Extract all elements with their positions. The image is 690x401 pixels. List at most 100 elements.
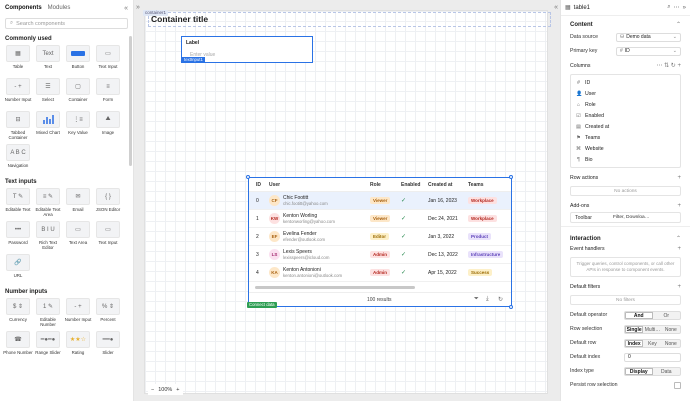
table-row[interactable]: 4 KA Kenton Antonioni kenton.antonioni@outl… (249, 264, 511, 282)
component-select[interactable]: ☰ Select (34, 78, 62, 108)
default-index-input[interactable]: 0 (624, 352, 681, 362)
component-table[interactable]: ▦ Table (4, 45, 32, 75)
component-rich-text-editor[interactable]: B I U Rich Text Editor (34, 221, 62, 251)
row-selection-multi[interactable]: Multi… (643, 326, 661, 333)
component-tabbed-container[interactable]: ⊟ Tabbed Container (4, 111, 32, 141)
header-created-at[interactable]: Created at (425, 182, 465, 188)
header-id[interactable]: ID (249, 182, 263, 188)
download-icon[interactable]: ⤓ (486, 296, 489, 303)
component-mixed-chart[interactable]: Mixed Chart (34, 111, 62, 141)
default-row-none[interactable]: None (662, 340, 680, 347)
collapse-left-icon[interactable]: « (124, 5, 128, 12)
component-json-editor[interactable]: { } JSON Editor (94, 188, 122, 218)
component-text-input-2[interactable]: ▭ Text Input (94, 221, 122, 251)
toolbar-row[interactable]: Toolbar Filter, Downloa… (570, 212, 681, 223)
row-selection-single[interactable]: Single (625, 325, 644, 333)
text-input-tag[interactable]: textInput1 (182, 57, 205, 63)
cell-enabled: ✓ (398, 233, 425, 240)
column-item[interactable]: # ID (571, 77, 680, 88)
text-input-component[interactable]: Label Enter value textInput1 (181, 36, 313, 63)
default-row-key[interactable]: Key (643, 340, 661, 347)
collapse-right-icon[interactable]: » (683, 5, 686, 11)
component-email[interactable]: ✉ Email (64, 188, 92, 218)
header-user[interactable]: User (263, 182, 368, 188)
container1[interactable] (148, 12, 551, 27)
component-slider[interactable]: ━━● Slider (94, 331, 122, 361)
component-key-value[interactable]: ⋮≡ Key Value (64, 111, 92, 141)
component-password[interactable]: ••• Password (4, 221, 32, 251)
operator-or[interactable]: Or (653, 312, 681, 319)
chevron-up-icon[interactable]: ⌃ (676, 21, 681, 28)
header-teams[interactable]: Teams (465, 182, 511, 188)
column-item[interactable]: ☑ Enabled (571, 110, 680, 121)
component-percent[interactable]: % ⇕ Percent (94, 298, 122, 328)
search-input[interactable]: ⌕ Search components (5, 18, 128, 29)
column-item[interactable]: ⌘ Website (571, 143, 680, 154)
component-rating[interactable]: ★★☆ Rating (64, 331, 92, 361)
table-row[interactable]: 3 LS Lexis Speers lexisspeers@icloud.com Adm… (249, 246, 511, 264)
index-type-row: Index type Display Data (561, 365, 690, 377)
table-component[interactable]: ID User Role Enabled Created at Teams 0C… (248, 177, 512, 307)
resize-handle[interactable] (509, 305, 513, 309)
column-item[interactable]: ¶ Bio (571, 154, 680, 165)
add-addon-icon[interactable]: + (677, 203, 681, 209)
left-scrollbar[interactable] (129, 36, 132, 166)
default-row-index[interactable]: Index (625, 339, 644, 347)
component-number-input-2[interactable]: - + Number Input (64, 298, 92, 328)
component-editable-text[interactable]: T ✎ Editable Text (4, 188, 32, 218)
zoom-level[interactable]: 100% (158, 387, 172, 393)
component-editable-number[interactable]: 1 ✎ Editable Number (34, 298, 62, 328)
component-range-slider[interactable]: ━●━● Range Slider (34, 331, 62, 361)
zoom-in-button[interactable]: + (176, 387, 179, 393)
connect-data-tag[interactable]: Connect data (247, 302, 277, 308)
index-type-data[interactable]: Data (653, 368, 681, 375)
more-icon[interactable]: ⋯ (674, 4, 680, 11)
column-actions-icons[interactable]: ⋯ ⇅ ↻ + (656, 62, 681, 69)
tag-icon: ⌂ (576, 101, 581, 108)
table-horizontal-scrollbar[interactable] (255, 286, 415, 289)
component-text-area[interactable]: ▭ Text Area (64, 221, 92, 251)
component-image[interactable]: ⛰ Image (94, 111, 122, 141)
component-url[interactable]: 🔗 URL (4, 254, 32, 284)
column-item[interactable]: ▤ Created at (571, 121, 680, 132)
row-selection-none[interactable]: None (662, 326, 680, 333)
component-container[interactable]: ▢ Container (64, 78, 92, 108)
component-text-input[interactable]: ▭ Text Input (94, 45, 122, 75)
tab-modules[interactable]: Modules (48, 5, 71, 11)
resize-handle[interactable] (509, 175, 513, 179)
chevron-up-icon[interactable]: ⌃ (676, 235, 681, 242)
component-form[interactable]: ≡ Form (94, 78, 122, 108)
filter-icon[interactable]: ⏷ (474, 296, 479, 303)
tab-components[interactable]: Components (5, 5, 42, 11)
header-enabled[interactable]: Enabled (398, 182, 425, 188)
add-filter-icon[interactable]: + (677, 284, 681, 290)
component-number-input[interactable]: - + Number Input (4, 78, 32, 108)
column-item[interactable]: 👤 User (571, 88, 680, 99)
collapse-canvas-right-icon[interactable]: « (554, 4, 558, 11)
component-navigation[interactable]: A B C Navigation (4, 144, 32, 174)
component-currency[interactable]: $ ⇕ Currency (4, 298, 32, 328)
column-item[interactable]: ⌂ Role (571, 99, 680, 110)
refresh-icon[interactable]: ↻ (498, 296, 503, 303)
resize-handle[interactable] (246, 175, 250, 179)
component-editable-text-area[interactable]: ≡ ✎ Editable Text Area (34, 188, 62, 218)
component-button[interactable]: Button (64, 45, 92, 75)
component-name[interactable]: table1 (574, 5, 590, 11)
component-phone-number[interactable]: ☎ Phone Number (3, 331, 33, 361)
zoom-out-button[interactable]: − (151, 387, 154, 393)
index-type-display[interactable]: Display (625, 367, 653, 375)
primary-key-select[interactable]: # ID ⌄ (616, 46, 681, 56)
add-row-action-icon[interactable]: + (677, 175, 681, 181)
operator-and[interactable]: And (625, 311, 653, 319)
table-row[interactable]: 1 KW Kenton Worling kentonworling@yahoo.com… (249, 210, 511, 228)
persist-row-selection-checkbox[interactable] (674, 381, 681, 389)
add-event-handler-icon[interactable]: + (677, 246, 681, 252)
data-source-select[interactable]: ⛁ Demo data ⌄ (616, 32, 681, 42)
component-text[interactable]: Text Text (34, 45, 62, 75)
table-row[interactable]: 2 EF Evelina Fender efender@outlook.com Edit… (249, 228, 511, 246)
column-item[interactable]: ⚑ Teams (571, 132, 680, 143)
header-role[interactable]: Role (368, 182, 398, 188)
collapse-canvas-left-icon[interactable]: » (136, 4, 140, 11)
search-icon[interactable]: ⌕ (667, 4, 670, 11)
table-row[interactable]: 0 CF Chic Footitt chic.footitt@yahoo.com Vie… (249, 192, 511, 210)
